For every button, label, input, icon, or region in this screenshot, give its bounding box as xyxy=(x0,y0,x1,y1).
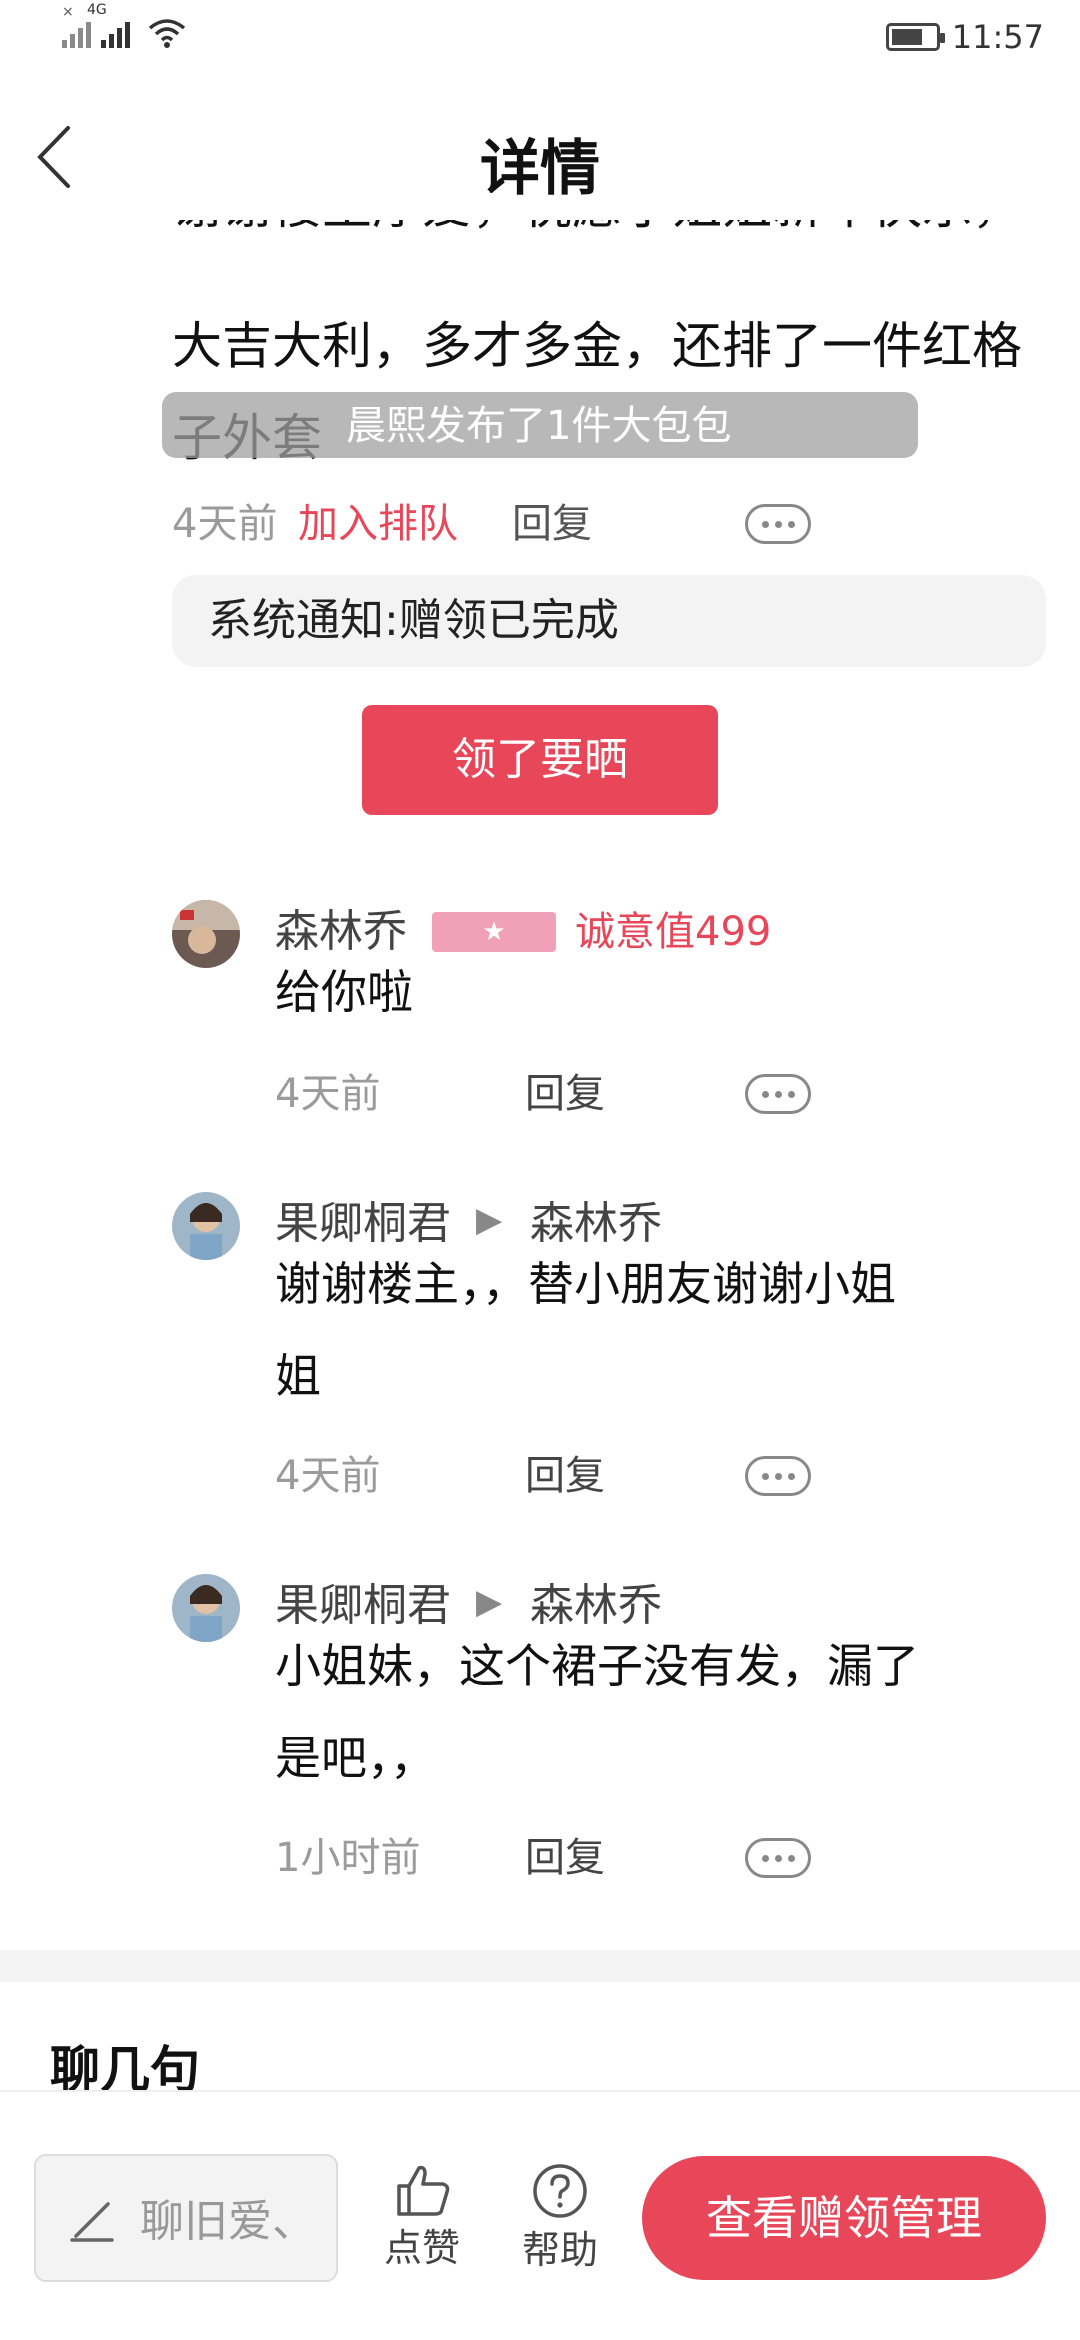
top-nav: 详情 xyxy=(0,100,1080,220)
network-type-label: 4G xyxy=(87,2,107,18)
status-bar: × 4G 11:57 xyxy=(0,0,1080,72)
reply-arrow-icon: ▶ xyxy=(476,1200,503,1240)
like-label: 点赞 xyxy=(383,2226,460,2270)
sim2-signal-icon: 4G xyxy=(87,2,130,48)
system-notice-text: 系统通知:赠领已完成 xyxy=(208,595,619,646)
reply-arrow-icon: ▶ xyxy=(476,1582,503,1622)
comment-more-icon[interactable] xyxy=(745,1838,811,1878)
help-icon xyxy=(533,2164,587,2218)
comment-input[interactable]: 聊旧爱、 xyxy=(34,2154,338,2282)
comment-reply-button[interactable]: 回复 xyxy=(525,1450,605,1502)
toast-text: 晨熙发布了1件大包包 xyxy=(346,403,732,449)
comment-reply-button[interactable]: 回复 xyxy=(525,1068,605,1120)
comment-time: 4天前 xyxy=(275,1071,381,1117)
like-button[interactable]: 点赞 xyxy=(372,2162,472,2272)
thumbs-up-icon xyxy=(397,2165,450,2216)
post-text-line-2: 大吉大利，多才多金，还排了一件红格 xyxy=(172,317,1022,375)
show-off-button[interactable]: 领了要晒 xyxy=(362,705,718,815)
signal-group: × 4G xyxy=(62,2,186,48)
sim1-nosignal-mark: × xyxy=(62,4,74,20)
avatar[interactable] xyxy=(172,1192,240,1260)
comment-body-line: 小姐妹，这个裙子没有发，漏了 xyxy=(275,1639,919,1693)
status-right: 11:57 xyxy=(885,18,1044,56)
join-queue-link[interactable]: 加入排队 xyxy=(298,498,458,550)
comment-input-placeholder: 聊旧爱、 xyxy=(140,2196,316,2247)
comment-more-icon[interactable] xyxy=(745,1074,811,1114)
comment-time: 1小时前 xyxy=(275,1835,421,1881)
comment-more-icon[interactable] xyxy=(745,1456,811,1496)
bottom-action-bar: 聊旧爱、 点赞 帮助 查看赠领管理 xyxy=(0,2090,1080,2340)
avatar[interactable] xyxy=(172,900,240,968)
sim1-signal-icon: × xyxy=(62,4,91,48)
status-time: 11:57 xyxy=(951,18,1044,56)
pencil-icon xyxy=(70,2202,114,2242)
comment-reply-button[interactable]: 回复 xyxy=(525,1832,605,1884)
post-time: 4天前 xyxy=(172,501,278,547)
comment-body-line: 姐 xyxy=(275,1349,321,1403)
chat-section-title: 聊几句 xyxy=(50,2041,200,2090)
post-more-icon[interactable] xyxy=(745,504,811,544)
comment-body-line: 谢谢楼主，，替小朋友谢谢小姐 xyxy=(275,1257,896,1311)
section-divider xyxy=(0,1950,1080,1982)
detail-content[interactable]: 谢谢楼主厚爱，祝愿小姐姐新年快乐， 大吉大利，多才多金，还排了一件红格 子外套 … xyxy=(0,220,1080,2090)
view-gift-management-button[interactable]: 查看赠领管理 xyxy=(642,2156,1046,2280)
page-title: 详情 xyxy=(480,134,600,204)
avatar[interactable] xyxy=(172,1574,240,1642)
comment-body-line: 给你啦 xyxy=(275,965,413,1019)
system-notice: 系统通知:赠领已完成 xyxy=(172,575,1046,667)
help-button[interactable]: 帮助 xyxy=(510,2162,610,2274)
post-reply-button[interactable]: 回复 xyxy=(512,498,592,550)
battery-icon xyxy=(885,23,945,51)
post-text-line-1: 谢谢楼主厚爱，祝愿小姐姐新年快乐， xyxy=(172,220,1052,252)
help-label: 帮助 xyxy=(521,2228,598,2272)
comment-body-line: 是吧，， xyxy=(275,1731,436,1785)
comment-time: 4天前 xyxy=(275,1453,381,1499)
wifi-icon xyxy=(148,19,186,48)
